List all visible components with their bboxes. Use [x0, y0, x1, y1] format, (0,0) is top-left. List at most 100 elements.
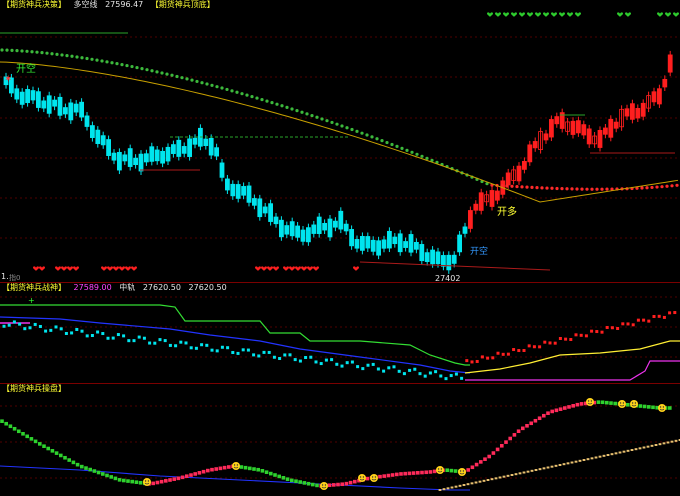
- band-indicator-title[interactable]: 【期货神兵战神】: [2, 283, 66, 292]
- oscillator-segment: [71, 460, 76, 465]
- mini-candle: [309, 355, 313, 359]
- mini-candle: [465, 359, 469, 363]
- top-bottom-title[interactable]: 【期货神兵顶底】: [151, 0, 215, 9]
- ma-dot: [5, 48, 9, 52]
- candle-body: [570, 120, 576, 135]
- mini-candle: [127, 339, 131, 343]
- yellow-band-line: [464, 340, 680, 374]
- candle-body: [516, 165, 522, 182]
- oscillator-segment: [432, 469, 437, 474]
- main-chart-canvas[interactable]: ✶: [0, 0, 680, 282]
- top-signal-heart-icon: [625, 12, 631, 18]
- oscillator-segment: [571, 404, 575, 408]
- ma-dot: [390, 142, 394, 147]
- bottom-signal-heart-icon: [131, 266, 137, 272]
- oscillator-segment: [290, 478, 294, 483]
- mini-candle: [491, 356, 495, 360]
- oscillator-segment: [218, 466, 223, 471]
- oscillator-segment: [386, 473, 391, 478]
- candle-body: [14, 88, 20, 100]
- mini-candle: [506, 352, 510, 356]
- ma-dot: [175, 74, 179, 79]
- mini-candle: [636, 318, 640, 322]
- ma-dot: [155, 70, 159, 74]
- upper-band-line: [0, 304, 470, 366]
- operation-indicator-canvas[interactable]: [0, 384, 680, 496]
- candle-body: [630, 103, 635, 120]
- trend-segment: [654, 444, 658, 446]
- oscillator-segment: [479, 460, 483, 464]
- candle-body: [376, 240, 382, 256]
- trend-segment: [462, 484, 466, 486]
- mini-candle: [54, 325, 58, 329]
- ma-dot: [180, 76, 184, 80]
- trend-segment: [442, 488, 446, 491]
- oscillator-segment: [214, 467, 218, 471]
- mini-candle: [142, 336, 146, 340]
- ma-dot: [205, 82, 209, 86]
- oscillator-segment: [529, 421, 533, 426]
- mini-candle: [600, 330, 604, 334]
- oscillator-segment: [29, 437, 34, 441]
- smiley-signal-icon: [358, 474, 366, 482]
- oscillator-segment: [96, 470, 101, 475]
- ma-dot: [235, 90, 239, 94]
- operation-indicator-panel[interactable]: 【期货神兵操盘】: [0, 384, 680, 496]
- trend-segment: [478, 480, 482, 483]
- ma-dot: [595, 187, 599, 191]
- ma-dot: [85, 56, 89, 61]
- oscillator-segment: [466, 468, 470, 472]
- ma-dot: [350, 127, 354, 132]
- mini-candle: [423, 374, 427, 378]
- mini-candle: [12, 320, 16, 324]
- mini-candle: [584, 334, 588, 338]
- oscillator-segment: [101, 472, 105, 476]
- trend-segment: [458, 484, 462, 487]
- ma-dot: [25, 49, 29, 53]
- band-indicator-panel[interactable]: + 【期货神兵战神】 27589.00 中轨 27620.50 27620.50: [0, 283, 680, 383]
- trend-segment: [526, 470, 530, 473]
- top-signal-heart-icon: [527, 12, 533, 18]
- ma-dot: [555, 186, 559, 191]
- candle-body: [160, 150, 166, 164]
- trend-segment: [670, 440, 674, 443]
- ma-dot: [560, 187, 564, 191]
- oscillator-segment: [487, 454, 491, 459]
- mid-band-value: 27620.50: [142, 283, 181, 292]
- ma-dot: [520, 185, 524, 189]
- smiley-eye: [362, 476, 365, 478]
- mini-candle: [626, 322, 630, 326]
- smiley-eye: [662, 406, 665, 408]
- trend-segment: [550, 465, 554, 468]
- mini-candle: [501, 352, 505, 356]
- oscillator-segment: [340, 482, 344, 487]
- oscillator-segment: [453, 469, 458, 473]
- top-signal-heart-icon: [673, 12, 679, 18]
- candle-body: [176, 139, 182, 157]
- oscillator-segment: [336, 482, 340, 487]
- oscillator-segment: [206, 468, 210, 473]
- mini-candle: [194, 346, 198, 350]
- candle-body: [268, 203, 274, 222]
- oscillator-segment: [302, 481, 307, 485]
- mini-candle: [496, 351, 500, 355]
- candle-body: [63, 107, 68, 115]
- main-chart-title[interactable]: 【期货神兵决策】: [2, 0, 66, 9]
- candle-body: [467, 210, 473, 229]
- ma-dot: [250, 94, 254, 99]
- candle-body: [165, 146, 171, 162]
- ma-dot: [660, 185, 664, 189]
- trend-segment: [534, 469, 538, 471]
- mini-candle: [522, 349, 526, 353]
- bottom-signal-heart-icon: [295, 266, 301, 272]
- trend-segment: [634, 448, 638, 451]
- ma-dot: [395, 144, 399, 149]
- band-indicator-canvas[interactable]: +: [0, 283, 680, 383]
- candle-body: [224, 178, 230, 191]
- oscillator-segment: [84, 466, 88, 470]
- mini-candle: [278, 356, 282, 360]
- oscillator-segment: [222, 465, 227, 470]
- operation-indicator-title[interactable]: 【期货神兵操盘】: [2, 384, 66, 393]
- oscillator-segment: [449, 468, 454, 473]
- main-chart-panel[interactable]: ✶ 【期货神兵决策】 多空线 27596.47 【期货神兵顶底】 开空 开空 开…: [0, 0, 680, 283]
